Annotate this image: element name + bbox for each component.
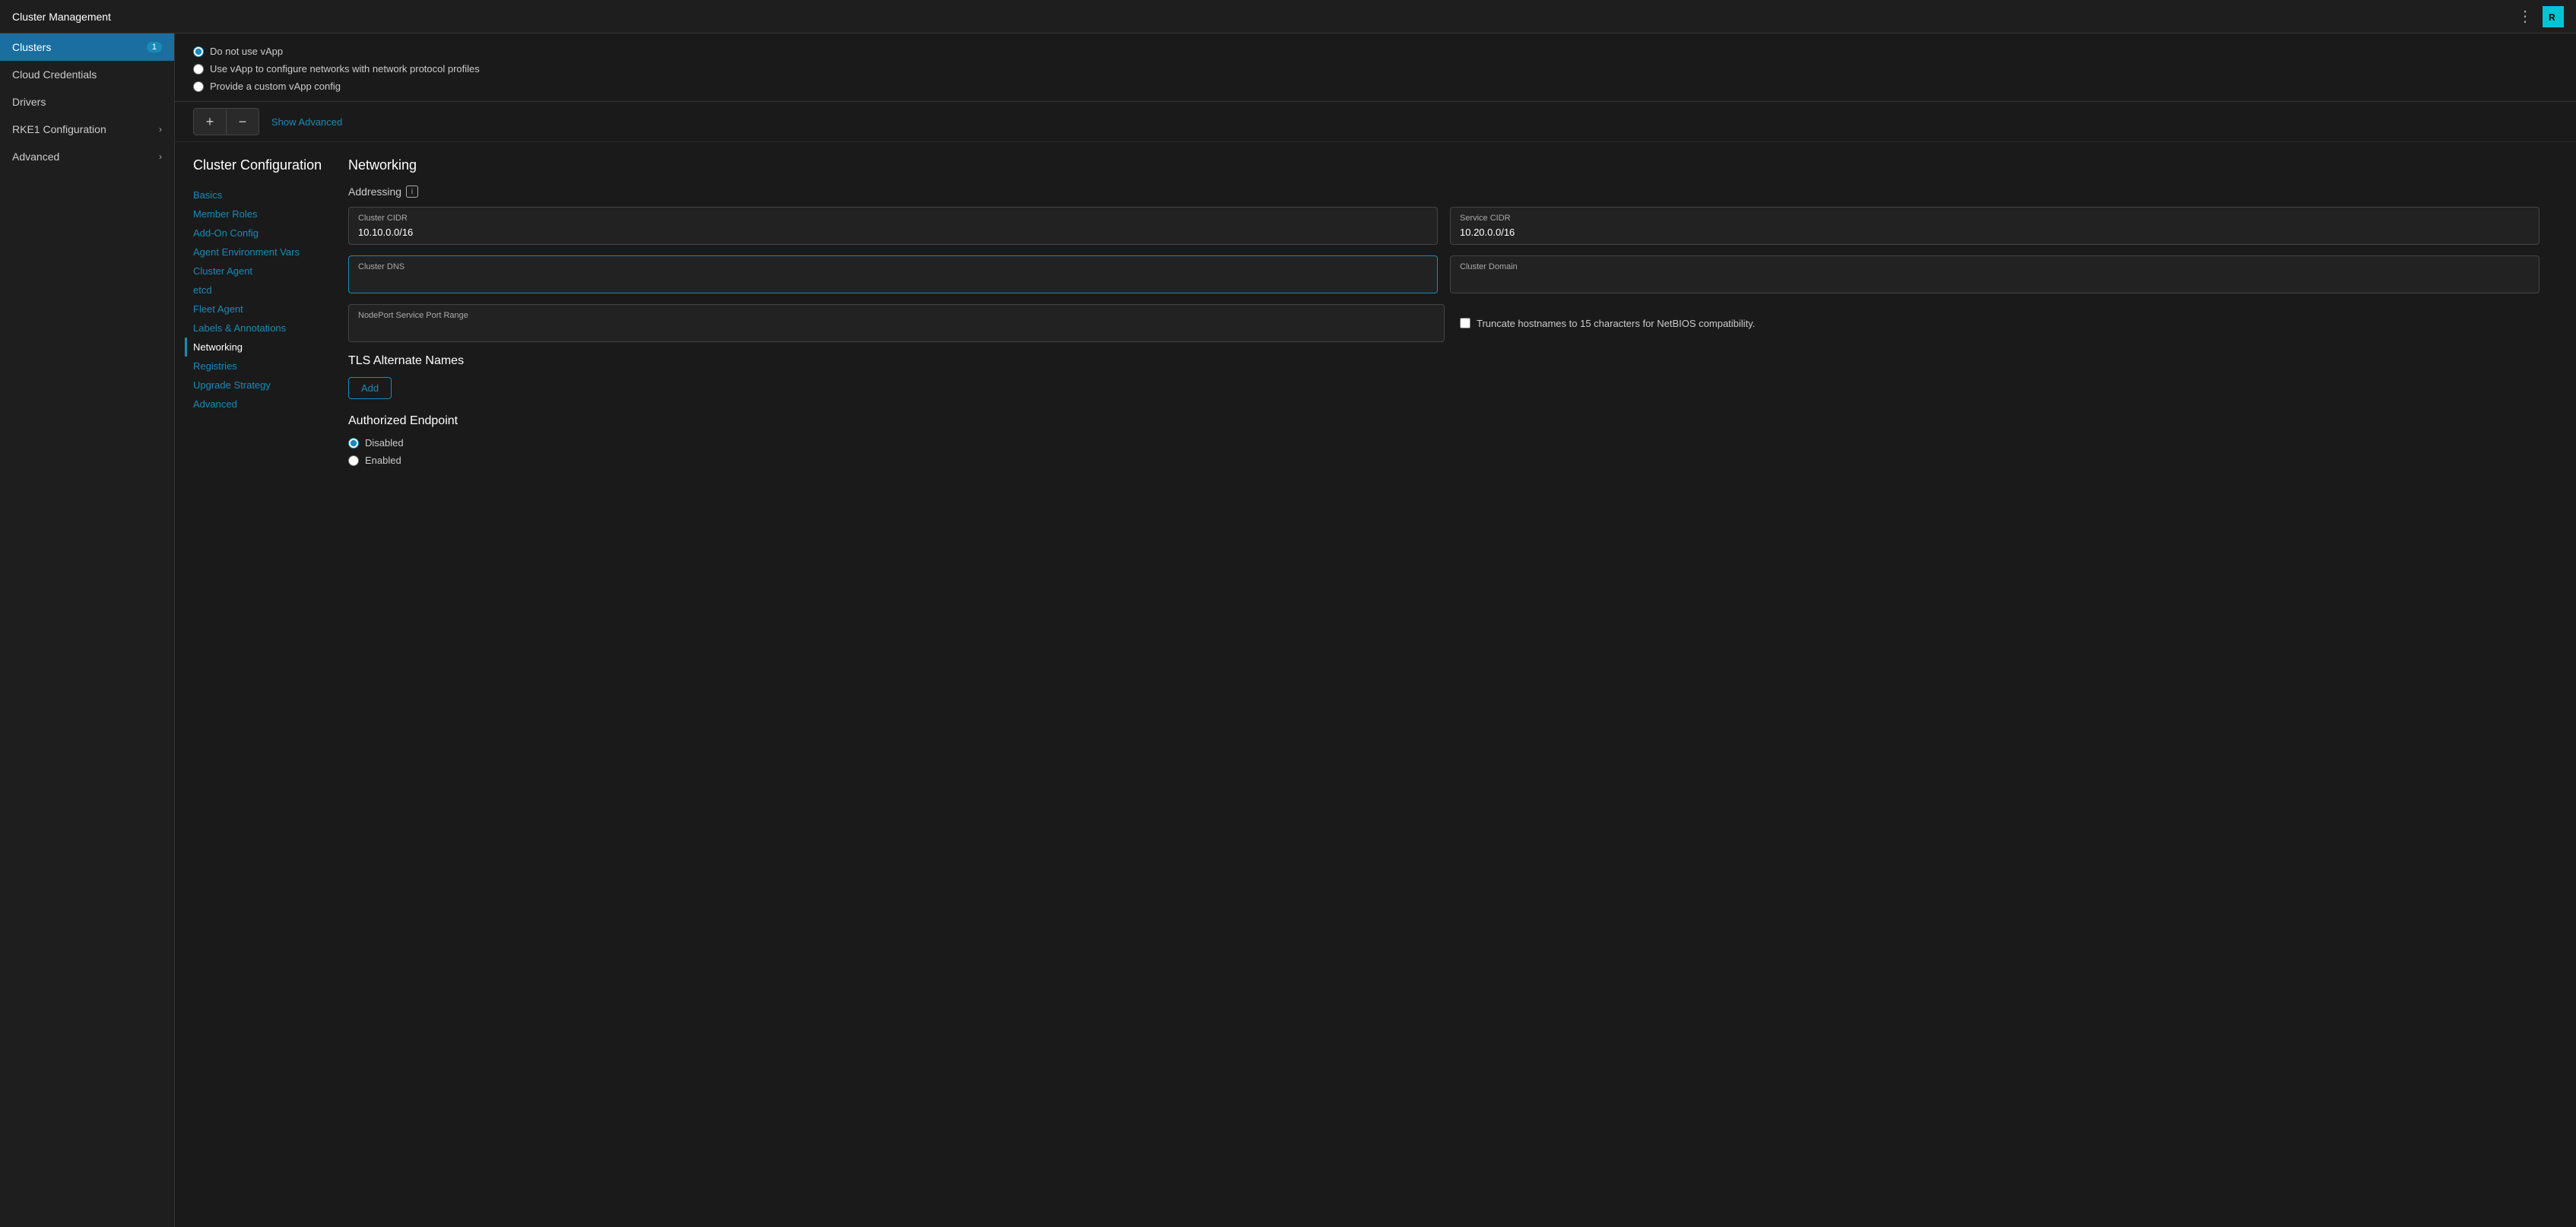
vapp-radio-custom[interactable] <box>193 81 204 92</box>
nav-item-agent-env-vars[interactable]: Agent Environment Vars <box>193 243 330 262</box>
cluster-domain-field: Cluster Domain <box>1450 255 2540 293</box>
truncate-checkbox-row[interactable]: Truncate hostnames to 15 characters for … <box>1460 312 1755 335</box>
nav-item-advanced[interactable]: Advanced <box>193 395 330 414</box>
dns-domain-row: Cluster DNS Cluster Domain <box>348 255 2540 293</box>
cluster-domain-input[interactable] <box>1460 275 2530 287</box>
more-options-icon[interactable]: ⋮ <box>2517 7 2533 26</box>
top-bar-actions: ⋮ R <box>2517 6 2564 27</box>
networking-title: Networking <box>348 157 2540 173</box>
sidebar-item-label: Clusters <box>12 41 51 53</box>
authorized-option-label: Enabled <box>365 455 401 466</box>
sidebar-item-clusters[interactable]: Clusters 1 <box>0 33 174 61</box>
nav-item-cluster-agent[interactable]: Cluster Agent <box>193 262 330 281</box>
cluster-cidr-field: Cluster CIDR <box>348 207 1438 245</box>
chevron-right-icon: › <box>159 151 162 162</box>
nodeport-label: NodePort Service Port Range <box>358 311 1435 320</box>
tls-title: TLS Alternate Names <box>348 354 2540 368</box>
sidebar: Clusters 1 Cloud Credentials Drivers RKE… <box>0 33 175 1227</box>
cluster-cidr-label: Cluster CIDR <box>358 214 1428 223</box>
vapp-option-label: Do not use vApp <box>210 46 283 57</box>
nav-item-fleet-agent[interactable]: Fleet Agent <box>193 300 330 319</box>
authorized-endpoint-disabled[interactable]: Disabled <box>348 437 2540 449</box>
cluster-config-section: Cluster Configuration Basics Member Role… <box>175 142 2576 481</box>
tls-add-button[interactable]: Add <box>348 377 392 399</box>
app-logo: R <box>2543 6 2564 27</box>
vapp-section: Do not use vApp Use vApp to configure ne… <box>175 33 2576 102</box>
app-title: Cluster Management <box>12 11 111 23</box>
service-cidr-label: Service CIDR <box>1460 214 2530 223</box>
add-button[interactable]: + <box>193 108 227 135</box>
cluster-dns-input[interactable] <box>358 275 1428 287</box>
cluster-cidr-input[interactable] <box>358 227 1428 238</box>
nav-item-member-roles[interactable]: Member Roles <box>193 204 330 224</box>
cluster-domain-label: Cluster Domain <box>1460 262 2530 271</box>
truncate-label: Truncate hostnames to 15 characters for … <box>1477 318 1755 329</box>
authorized-option-label: Disabled <box>365 437 404 449</box>
cluster-dns-label: Cluster DNS <box>358 262 1428 271</box>
clusters-badge: 1 <box>147 42 162 52</box>
nav-item-networking[interactable]: Networking <box>185 338 330 357</box>
nav-item-registries[interactable]: Registries <box>193 357 330 376</box>
authorized-endpoint-section: Authorized Endpoint Disabled Enabled <box>348 414 2540 466</box>
buttons-row: + − Show Advanced <box>175 102 2576 142</box>
vapp-option-networks[interactable]: Use vApp to configure networks with netw… <box>193 63 2558 75</box>
sidebar-item-label: RKE1 Configuration <box>12 123 106 135</box>
svg-text:R: R <box>2549 12 2555 23</box>
right-panel: Networking Addressing i Cluster CIDR Ser… <box>330 157 2558 466</box>
main-layout: Clusters 1 Cloud Credentials Drivers RKE… <box>0 33 2576 1227</box>
authorized-endpoint-title: Authorized Endpoint <box>348 414 2540 428</box>
vapp-option-custom[interactable]: Provide a custom vApp config <box>193 81 2558 92</box>
cluster-config-title: Cluster Configuration <box>193 157 330 173</box>
nodeport-input[interactable] <box>358 324 1435 335</box>
remove-button[interactable]: − <box>226 108 259 135</box>
top-bar: Cluster Management ⋮ R <box>0 0 2576 33</box>
info-icon: i <box>406 185 418 198</box>
authorized-endpoint-radio-group: Disabled Enabled <box>348 437 2540 466</box>
vapp-radio-networks[interactable] <box>193 64 204 75</box>
sidebar-item-drivers[interactable]: Drivers <box>0 88 174 116</box>
vapp-option-label: Provide a custom vApp config <box>210 81 341 92</box>
truncate-checkbox[interactable] <box>1460 318 1470 328</box>
addressing-label: Addressing i <box>348 185 2540 198</box>
service-cidr-field: Service CIDR <box>1450 207 2540 245</box>
sidebar-item-label: Advanced <box>12 151 59 163</box>
vapp-option-label: Use vApp to configure networks with netw… <box>210 63 480 75</box>
vapp-radio-no-vapp[interactable] <box>193 46 204 57</box>
sidebar-item-label: Drivers <box>12 96 46 108</box>
content-area: Do not use vApp Use vApp to configure ne… <box>175 33 2576 1227</box>
nav-item-labels-annotations[interactable]: Labels & Annotations <box>193 319 330 338</box>
left-nav: Cluster Configuration Basics Member Role… <box>193 157 330 466</box>
nodeport-field: NodePort Service Port Range <box>348 304 1445 342</box>
cluster-dns-field: Cluster DNS <box>348 255 1438 293</box>
service-cidr-input[interactable] <box>1460 227 2530 238</box>
authorized-radio-disabled[interactable] <box>348 438 359 449</box>
nodeport-row: NodePort Service Port Range Truncate hos… <box>348 304 2540 342</box>
sidebar-item-advanced[interactable]: Advanced › <box>0 143 174 170</box>
nav-item-upgrade-strategy[interactable]: Upgrade Strategy <box>193 376 330 395</box>
vapp-radio-group: Do not use vApp Use vApp to configure ne… <box>193 46 2558 92</box>
tls-section: TLS Alternate Names Add <box>348 354 2540 399</box>
sidebar-item-rke1[interactable]: RKE1 Configuration › <box>0 116 174 143</box>
sidebar-item-cloud-credentials[interactable]: Cloud Credentials <box>0 61 174 88</box>
chevron-right-icon: › <box>159 124 162 135</box>
nav-item-add-on-config[interactable]: Add-On Config <box>193 224 330 243</box>
cidr-row: Cluster CIDR Service CIDR <box>348 207 2540 245</box>
nav-item-etcd[interactable]: etcd <box>193 281 330 300</box>
nav-item-basics[interactable]: Basics <box>193 185 330 204</box>
authorized-radio-enabled[interactable] <box>348 455 359 466</box>
vapp-option-no-vapp[interactable]: Do not use vApp <box>193 46 2558 57</box>
sidebar-item-label: Cloud Credentials <box>12 68 97 81</box>
authorized-endpoint-enabled[interactable]: Enabled <box>348 455 2540 466</box>
show-advanced-link[interactable]: Show Advanced <box>271 116 342 128</box>
